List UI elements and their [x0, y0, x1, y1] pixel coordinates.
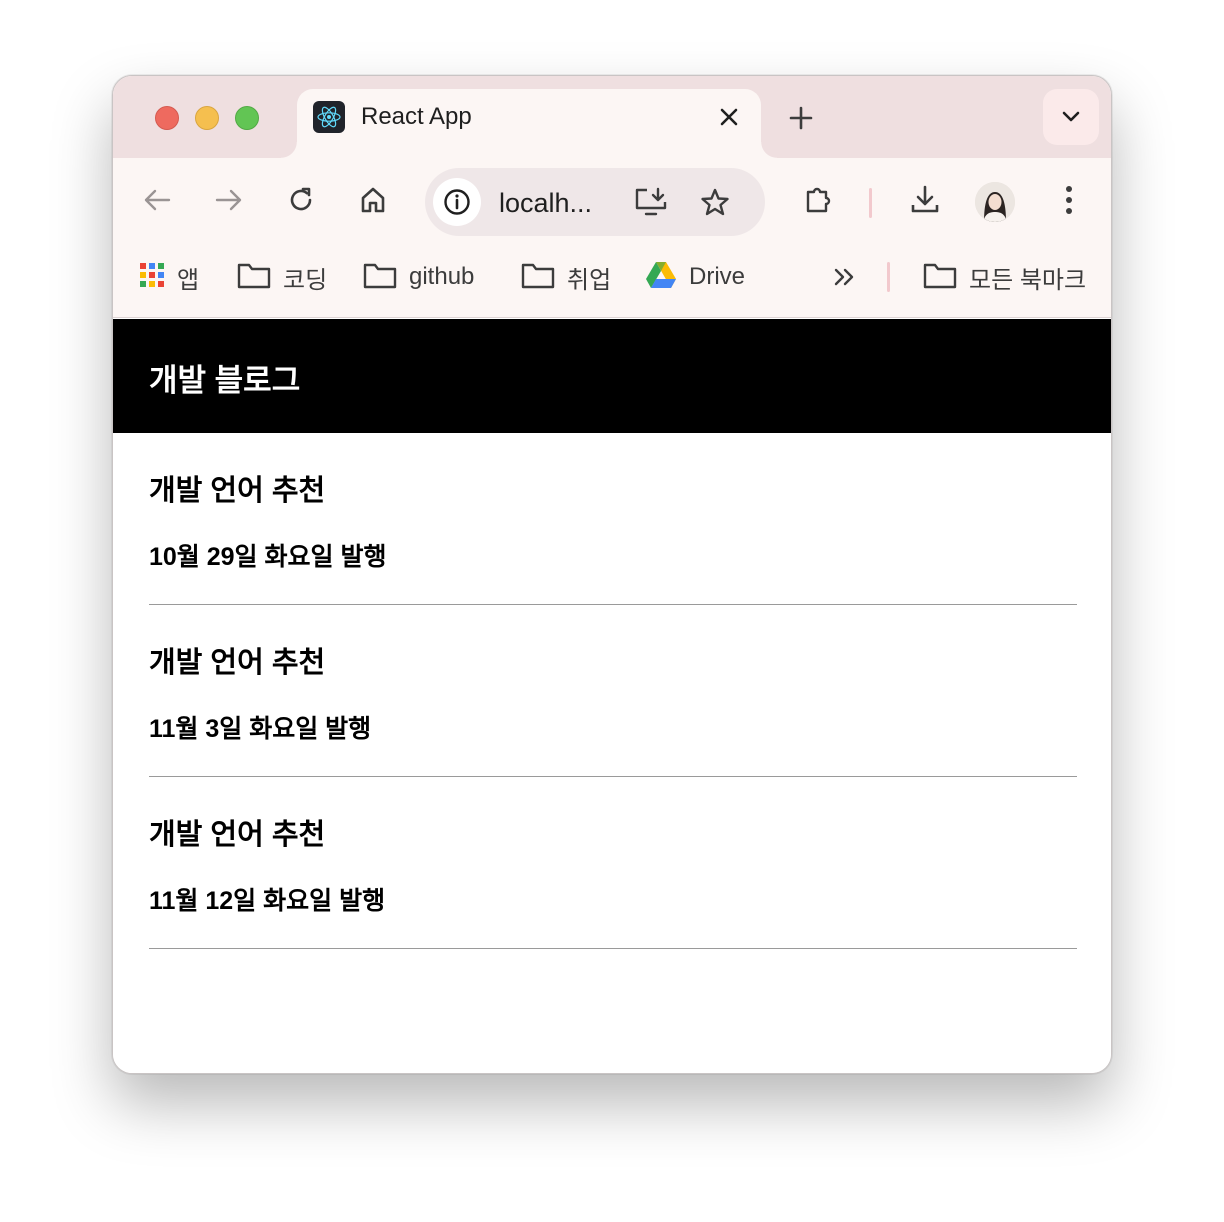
forward-arrow-icon[interactable]	[209, 180, 249, 220]
bookmark-star-icon[interactable]	[695, 182, 735, 222]
site-info-icon[interactable]	[433, 178, 481, 226]
bookmark-folder-github[interactable]: github	[363, 260, 474, 294]
profile-avatar[interactable]	[975, 182, 1015, 222]
folder-icon	[521, 261, 555, 294]
page-content: 개발 블로그 개발 언어 추천 10월 29일 화요일 발행 개발 언어 추천 …	[113, 319, 1111, 1073]
bookmark-label: 취업	[567, 266, 612, 294]
toolbar: localh...	[113, 158, 1111, 240]
maximize-window-button[interactable]	[235, 106, 259, 130]
bookmark-label: 코딩	[283, 266, 328, 294]
list-item: 개발 언어 추천 11월 12일 화요일 발행	[149, 777, 1077, 949]
bookmark-label: 앱	[177, 266, 200, 294]
post-date: 11월 3일 화요일 발행	[149, 715, 372, 743]
extensions-puzzle-icon[interactable]	[799, 180, 839, 220]
browser-window: React App localh... 앱 코딩 github 취업 Drive…	[112, 75, 1112, 1074]
list-item: 개발 언어 추천 11월 3일 화요일 발행	[149, 605, 1077, 777]
bookmark-folder-job[interactable]: 취업	[521, 260, 611, 294]
google-drive-icon	[645, 261, 677, 294]
close-tab-icon[interactable]	[715, 103, 743, 131]
react-logo-icon	[313, 101, 345, 133]
bookmark-label: 모든 북마크	[969, 266, 1087, 294]
minimize-window-button[interactable]	[195, 106, 219, 130]
bookmarks-bar: 앱 코딩 github 취업 Drive 모든 북마크	[113, 240, 1111, 318]
bookmark-folder-coding[interactable]: 코딩	[237, 260, 327, 294]
tab-react-app[interactable]: React App	[281, 89, 777, 158]
reload-icon[interactable]	[281, 180, 321, 220]
post-title[interactable]: 개발 언어 추천	[149, 639, 325, 681]
more-bookmarks-chevron-icon[interactable]	[833, 260, 857, 294]
folder-icon	[923, 261, 957, 294]
bookmark-label: github	[409, 263, 475, 290]
install-app-icon[interactable]	[631, 182, 671, 222]
back-arrow-icon[interactable]	[137, 180, 177, 220]
tab-search-chevron-down-icon[interactable]	[1043, 89, 1099, 145]
bookmark-label: Drive	[689, 263, 746, 290]
bookmark-folder-all[interactable]: 모든 북마크	[923, 260, 1086, 294]
address-bar[interactable]: localh...	[425, 168, 765, 236]
bookmark-drive[interactable]: Drive	[645, 260, 745, 294]
blog-header: 개발 블로그	[113, 319, 1111, 433]
post-title[interactable]: 개발 언어 추천	[149, 811, 325, 853]
folder-icon	[237, 261, 271, 294]
url-text[interactable]: localh...	[499, 188, 592, 219]
new-tab-icon[interactable]	[783, 100, 819, 136]
apps-grid-icon	[139, 262, 165, 293]
blog-title: 개발 블로그	[149, 363, 301, 398]
home-icon[interactable]	[353, 180, 393, 220]
toolbar-separator	[869, 188, 872, 218]
tab-title: React App	[361, 103, 472, 130]
tab-strip: React App	[113, 76, 1111, 158]
post-date: 10월 29일 화요일 발행	[149, 543, 387, 571]
downloads-icon[interactable]	[905, 180, 945, 220]
folder-icon	[363, 261, 397, 294]
list-item: 개발 언어 추천 10월 29일 화요일 발행	[149, 433, 1077, 605]
post-title[interactable]: 개발 언어 추천	[149, 467, 325, 509]
more-menu-icon[interactable]	[1049, 180, 1089, 220]
bookmark-apps[interactable]: 앱	[139, 260, 199, 294]
post-date: 11월 12일 화요일 발행	[149, 887, 386, 915]
bookmarks-separator	[887, 262, 890, 292]
close-window-button[interactable]	[155, 106, 179, 130]
